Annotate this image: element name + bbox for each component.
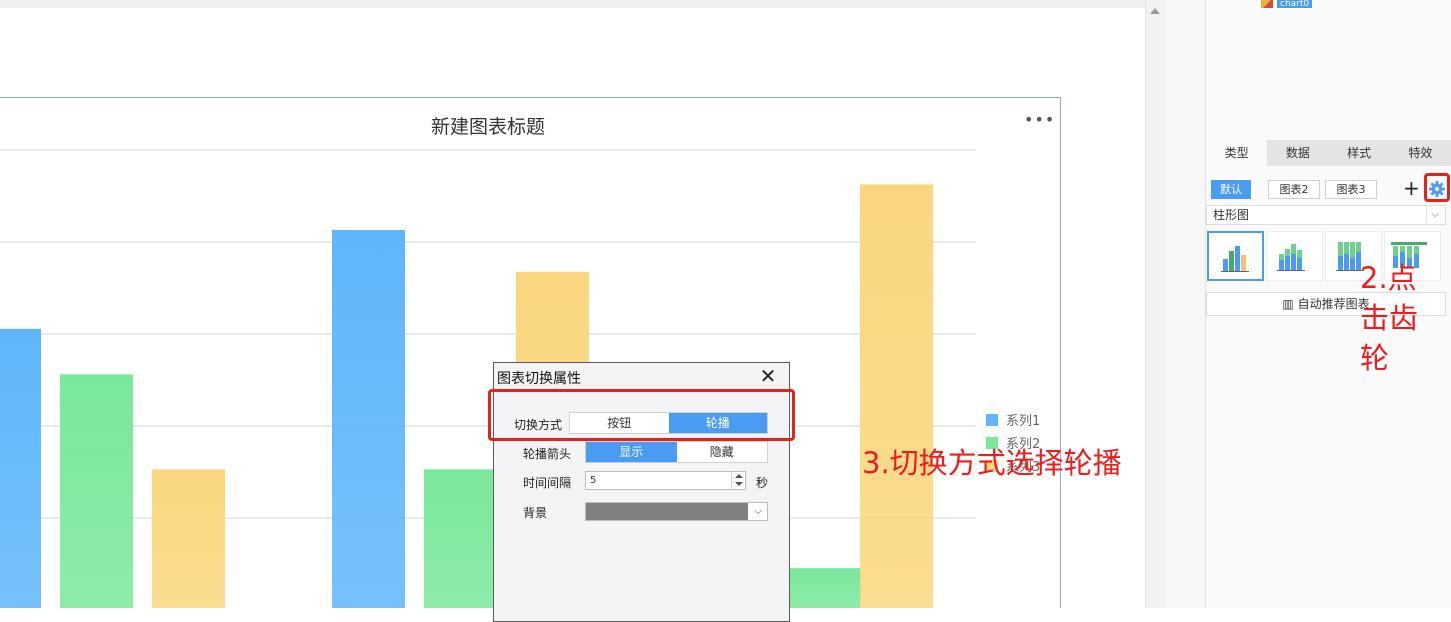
panel-gutter (1165, 0, 1205, 608)
close-icon[interactable]: ✕ (758, 366, 778, 387)
tab-data[interactable]: 数据 (1267, 140, 1329, 166)
bar-系列1 (332, 230, 405, 608)
chart-chip-3[interactable]: 图表3 (1325, 180, 1377, 199)
scroll-up-arrow-icon[interactable] (1150, 8, 1160, 14)
background-label: 背景 (523, 506, 548, 520)
bar-系列2 (788, 568, 861, 608)
chart-title: 新建图表标题 (430, 116, 545, 138)
tab-style[interactable]: 样式 (1328, 140, 1390, 166)
legend-label: 系列1 (1006, 414, 1040, 429)
annotation-step3: 3.切换方式选择轮播 (862, 446, 1122, 480)
bar-系列1 (0, 328, 41, 608)
chevron-down-icon: ⌵ (1426, 206, 1443, 224)
carousel-arrow-hide[interactable]: 隐藏 (677, 442, 768, 462)
legend-swatch (986, 414, 998, 426)
highlight-gear (1424, 173, 1450, 202)
chart-type-select[interactable]: 柱形图 ⌵ (1206, 205, 1446, 225)
recommend-chart-icon: ▥ (1282, 297, 1294, 311)
component-tree-label: chart0 (1277, 0, 1313, 9)
carousel-arrow-label: 轮播箭头 (523, 447, 572, 461)
background-color-swatch (586, 503, 748, 520)
plus-icon[interactable]: + (1403, 178, 1420, 198)
chart-style-thumb-2[interactable] (1266, 231, 1323, 281)
chart-chip-2[interactable]: 图表2 (1268, 180, 1320, 199)
carousel-arrow-show[interactable]: 显示 (586, 442, 677, 462)
annotation-step2: 2.点击齿轮 (1360, 261, 1419, 375)
interval-unit: 秒 (756, 476, 769, 490)
vertical-scrollbar[interactable] (1145, 0, 1165, 608)
carousel-arrow-toggle: 显示 隐藏 (585, 441, 768, 463)
recommend-label: 自动推荐图表 (1297, 297, 1370, 311)
bar-系列3 (152, 469, 225, 608)
spin-down-icon[interactable] (735, 482, 743, 486)
canvas-top-strip (0, 0, 1145, 8)
background-color-picker[interactable]: ⌵ (585, 502, 768, 521)
dialog-title: 图表切换属性 (497, 371, 581, 387)
chevron-down-icon[interactable]: ⌵ (749, 503, 767, 520)
chart-component-icon (1261, 0, 1273, 8)
interval-spinner[interactable] (731, 471, 745, 490)
chart-style-thumb-1[interactable] (1207, 231, 1264, 281)
bar-系列2 (60, 374, 133, 608)
chart-type-select-value: 柱形图 (1213, 208, 1250, 222)
tab-type[interactable]: 类型 (1206, 140, 1268, 166)
component-tree-item[interactable]: chart0 (1261, 0, 1313, 9)
tab-effects[interactable]: 特效 (1389, 140, 1451, 166)
highlight-switch-mode (488, 389, 795, 441)
interval-input[interactable]: 5 (585, 471, 746, 490)
spin-up-icon[interactable] (735, 474, 743, 478)
more-options-icon[interactable]: ••• (1024, 110, 1055, 129)
chart-chip-default[interactable]: 默认 (1211, 180, 1251, 199)
panel-tabs: 类型 数据 样式 特效 (1206, 140, 1451, 166)
interval-label: 时间间隔 (523, 476, 572, 490)
bar-系列2 (424, 469, 497, 608)
bar-系列3 (860, 184, 933, 608)
